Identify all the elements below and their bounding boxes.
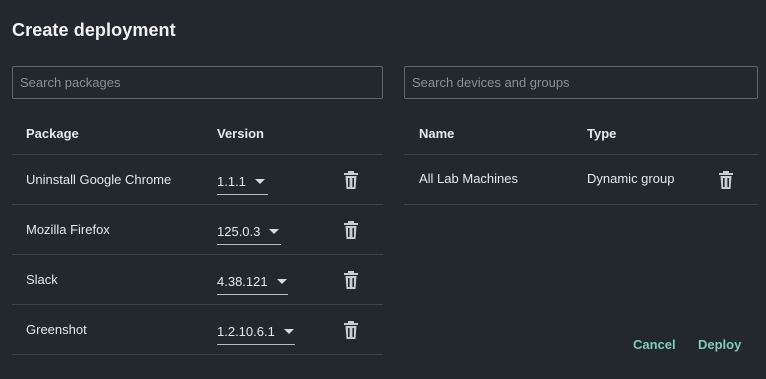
- chevron-down-icon: [283, 329, 294, 334]
- version-select[interactable]: 1.2.10.6.1: [217, 317, 295, 345]
- column-header-name: Name: [419, 126, 455, 141]
- package-search-input[interactable]: [20, 67, 382, 98]
- package-row: Mozilla Firefox 125.0.3: [12, 205, 383, 255]
- device-search-field[interactable]: [404, 66, 758, 99]
- deploy-button[interactable]: Deploy: [698, 337, 741, 352]
- trash-icon[interactable]: [343, 170, 359, 190]
- version-select[interactable]: 4.38.121: [217, 267, 288, 295]
- package-search-field[interactable]: [12, 66, 383, 99]
- column-header-version: Version: [217, 126, 264, 141]
- devices-table: Name Type All Lab Machines Dynamic group: [404, 111, 758, 205]
- package-row: Uninstall Google Chrome 1.1.1: [12, 155, 383, 205]
- version-value: 1.2.10.6.1: [217, 324, 275, 339]
- package-row: Greenshot 1.2.10.6.1: [12, 305, 383, 355]
- version-select[interactable]: 1.1.1: [217, 167, 268, 195]
- column-header-package: Package: [26, 126, 79, 141]
- device-search-input[interactable]: [412, 67, 757, 98]
- trash-icon[interactable]: [343, 220, 359, 240]
- trash-icon[interactable]: [343, 320, 359, 340]
- device-row: All Lab Machines Dynamic group: [404, 155, 758, 205]
- device-type: Dynamic group: [587, 171, 675, 186]
- create-deployment-dialog: Create deployment Package Version Uninst…: [0, 0, 766, 379]
- device-name: All Lab Machines: [419, 171, 518, 186]
- version-value: 1.1.1: [217, 174, 246, 189]
- cancel-button[interactable]: Cancel: [633, 337, 676, 352]
- chevron-down-icon: [269, 229, 280, 234]
- devices-table-header: Name Type: [404, 111, 758, 155]
- package-name: Uninstall Google Chrome: [26, 172, 172, 187]
- trash-icon[interactable]: [718, 170, 734, 190]
- chevron-down-icon: [254, 179, 265, 184]
- package-name: Mozilla Firefox: [26, 222, 110, 237]
- version-value: 125.0.3: [217, 224, 261, 239]
- package-row: Slack 4.38.121: [12, 255, 383, 305]
- package-name: Slack: [26, 272, 58, 287]
- trash-icon[interactable]: [343, 270, 359, 290]
- column-header-type: Type: [587, 126, 617, 141]
- packages-table-header: Package Version: [12, 111, 383, 155]
- dialog-title: Create deployment: [12, 20, 176, 40]
- package-name: Greenshot: [26, 322, 87, 337]
- packages-table: Package Version Uninstall Google Chrome …: [12, 111, 383, 355]
- chevron-down-icon: [276, 279, 287, 284]
- version-value: 4.38.121: [217, 274, 268, 289]
- version-select[interactable]: 125.0.3: [217, 217, 281, 245]
